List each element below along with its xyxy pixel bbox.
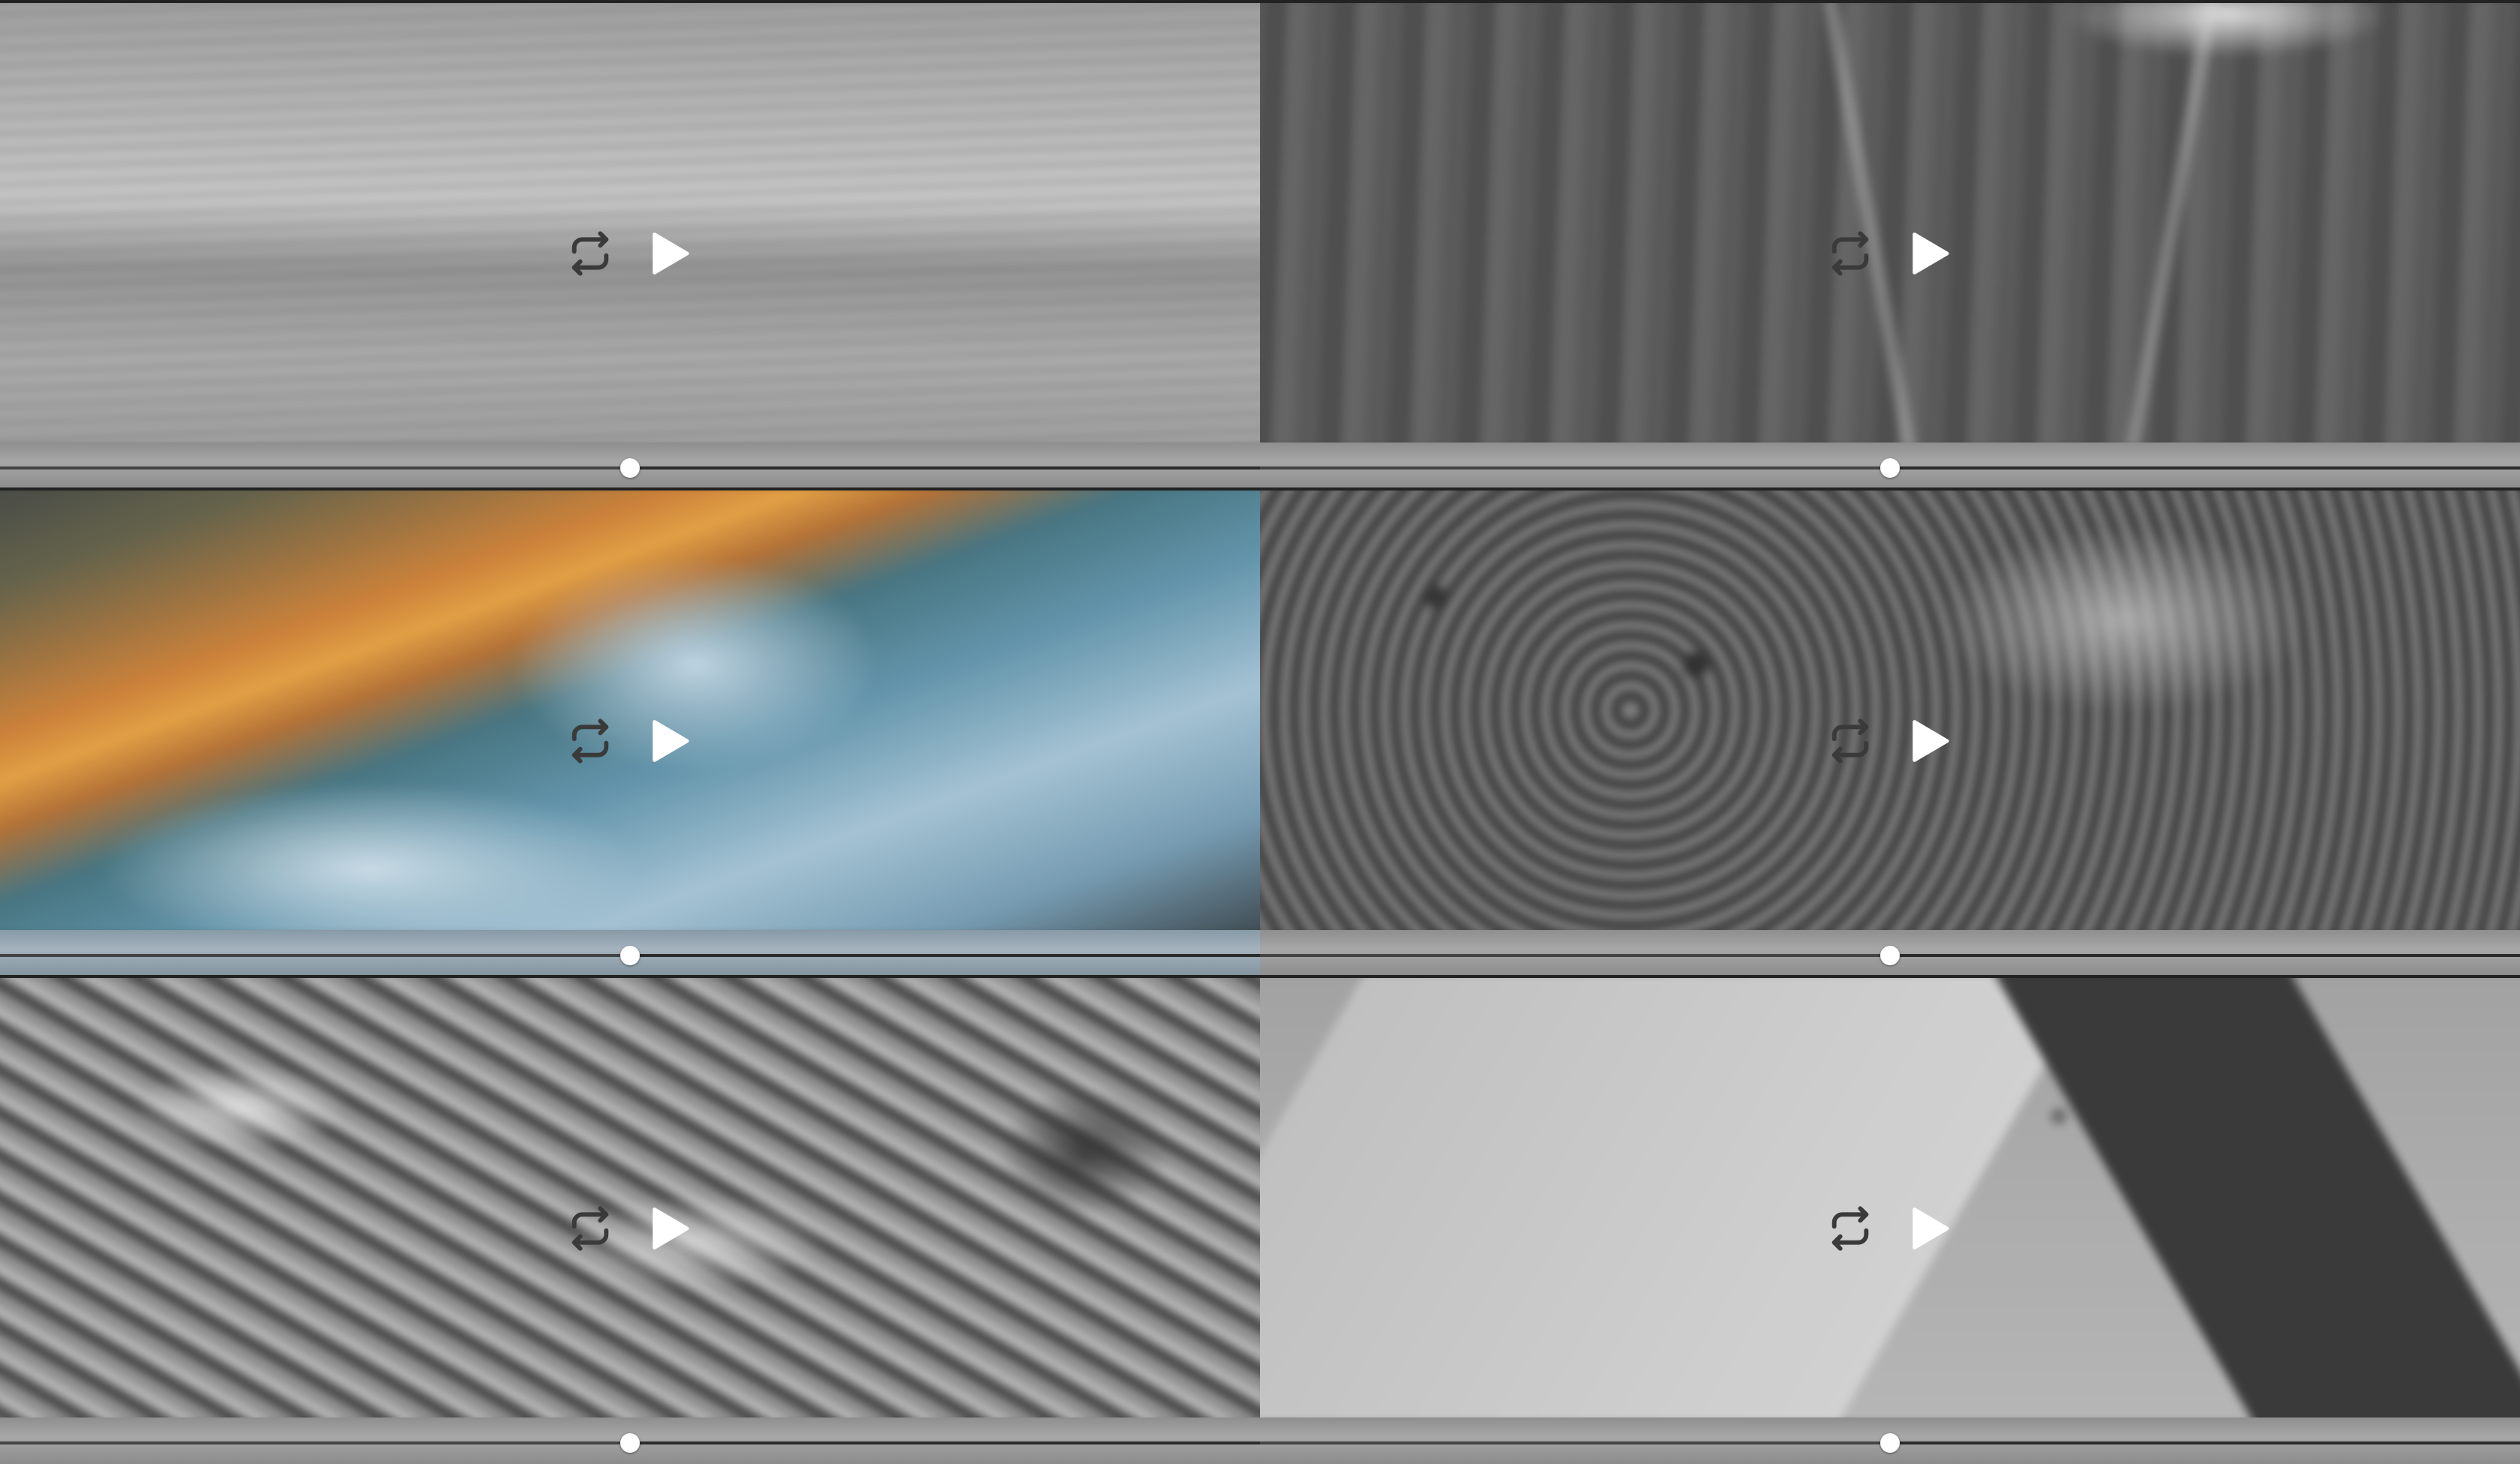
video-overlay (0, 490, 1260, 930)
seek-handle[interactable] (1880, 458, 1900, 478)
video-control-bar (1260, 930, 2520, 975)
play-icon (1912, 1208, 1949, 1250)
loop-icon (572, 718, 609, 764)
loop-icon (1832, 718, 1869, 764)
seek-bar-progress (0, 466, 630, 470)
play-icon (1912, 232, 1949, 274)
loop-button[interactable] (1823, 1202, 1877, 1256)
center-controls (1823, 714, 1957, 768)
seek-bar[interactable] (1260, 458, 2520, 478)
play-button[interactable] (643, 714, 697, 768)
video-control-bar (0, 442, 1260, 488)
seek-bar-progress (1260, 466, 1890, 470)
center-controls (563, 226, 697, 280)
video-overlay (1260, 978, 2520, 1418)
seek-bar[interactable] (1260, 946, 2520, 965)
play-button[interactable] (1903, 226, 1957, 280)
center-controls (563, 714, 697, 768)
seek-bar[interactable] (1260, 1433, 2520, 1453)
loop-button[interactable] (563, 714, 617, 768)
video-player-desk-calculator (1260, 975, 2520, 1464)
video-player-forest-railway (1260, 0, 2520, 488)
loop-button[interactable] (563, 1202, 617, 1256)
seek-bar-progress (0, 954, 630, 957)
seek-handle[interactable] (620, 458, 640, 478)
loop-button[interactable] (563, 226, 617, 280)
seek-bar[interactable] (0, 946, 1260, 965)
video-overlay (1260, 490, 2520, 930)
video-overlay (0, 3, 1260, 442)
center-controls (1823, 1202, 1957, 1256)
loop-button[interactable] (1823, 226, 1877, 280)
seek-handle[interactable] (1880, 946, 1900, 965)
loop-icon (572, 1206, 609, 1251)
seek-handle[interactable] (620, 946, 640, 965)
seek-bar[interactable] (0, 458, 1260, 478)
loop-icon (1832, 231, 1869, 276)
play-button[interactable] (1903, 714, 1957, 768)
video-control-bar (0, 1418, 1260, 1464)
loop-icon (1832, 1206, 1869, 1251)
video-player-cave-lantern (1260, 488, 2520, 975)
seek-bar-progress (1260, 954, 1890, 957)
seek-handle[interactable] (1880, 1433, 1900, 1453)
video-player-sea (0, 0, 1260, 488)
play-button[interactable] (643, 226, 697, 280)
seek-bar-progress (1260, 1442, 1890, 1444)
video-control-bar (1260, 1418, 2520, 1464)
seek-bar[interactable] (0, 1433, 1260, 1453)
play-icon (1912, 720, 1949, 762)
seek-handle[interactable] (620, 1433, 640, 1453)
center-controls (563, 1202, 697, 1256)
play-icon (652, 720, 689, 762)
play-button[interactable] (643, 1202, 697, 1256)
play-button[interactable] (1903, 1202, 1957, 1256)
video-player-engine (0, 975, 1260, 1464)
video-overlay (0, 978, 1260, 1418)
video-control-bar (1260, 442, 2520, 488)
play-icon (652, 1208, 689, 1250)
video-grid (0, 0, 2520, 1464)
video-player-wave (0, 488, 1260, 975)
center-controls (1823, 226, 1957, 280)
loop-button[interactable] (1823, 714, 1877, 768)
loop-icon (572, 231, 609, 276)
play-icon (652, 232, 689, 274)
video-overlay (1260, 3, 2520, 442)
seek-bar-progress (0, 1442, 630, 1444)
video-control-bar (0, 930, 1260, 975)
